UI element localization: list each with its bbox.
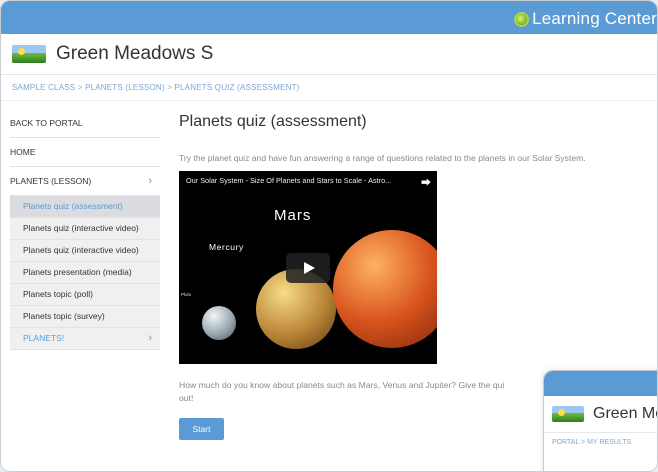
lesson-submenu: Planets quiz (assessment) Planets quiz (… xyxy=(10,196,160,350)
mars-label: Mars xyxy=(274,207,312,224)
play-icon[interactable] xyxy=(286,253,330,283)
sidebar: BACK TO PORTAL HOME PLANETS (LESSON) › P… xyxy=(10,109,160,350)
intro-text: Try the planet quiz and have fun answeri… xyxy=(179,153,586,163)
sidebar-item-planets-poll[interactable]: Planets topic (poll) xyxy=(10,284,160,306)
results-popup-window[interactable]: Green Me PORTAL > MY RESULTS xyxy=(543,370,658,471)
description-line-2: out! xyxy=(179,393,194,403)
popup-top-bar xyxy=(544,371,657,396)
pluto-label: Pluto xyxy=(181,292,192,297)
planets-lesson-link[interactable]: PLANETS (LESSON) › xyxy=(10,167,160,196)
breadcrumb: SAMPLE CLASS > PLANETS (LESSON) > PLANET… xyxy=(1,75,657,101)
breadcrumb-separator: > xyxy=(77,83,83,92)
start-button[interactable]: Start xyxy=(179,418,224,440)
popup-breadcrumb[interactable]: PORTAL > MY RESULTS xyxy=(544,433,657,453)
mercury-label: Mercury xyxy=(209,242,244,252)
breadcrumb-separator: > xyxy=(167,83,173,92)
meadow-logo xyxy=(12,45,46,63)
pluto-planet xyxy=(202,306,236,340)
popup-school-header: Green Me xyxy=(544,396,658,433)
sidebar-item-planets-label: PLANETS! xyxy=(23,333,65,343)
home-link[interactable]: HOME xyxy=(10,138,160,167)
breadcrumb-item-quiz[interactable]: PLANETS QUIZ (ASSESSMENT) xyxy=(175,83,300,92)
sidebar-item-planets-survey[interactable]: Planets topic (survey) xyxy=(10,306,160,328)
description-line-1: How much do you know about planets such … xyxy=(179,380,505,390)
meadow-logo xyxy=(552,406,584,422)
chevron-right-icon: › xyxy=(148,332,152,344)
page-title: Planets quiz (assessment) xyxy=(179,113,367,130)
breadcrumb-item-class[interactable]: SAMPLE CLASS xyxy=(12,83,75,92)
sidebar-item-planets[interactable]: PLANETS! › xyxy=(10,328,160,350)
popup-school-name: Green Me xyxy=(593,405,658,422)
sidebar-item-planets-quiz-video-1[interactable]: Planets quiz (interactive video) xyxy=(10,218,160,240)
video-player[interactable]: Our Solar System - Size Of Planets and S… xyxy=(179,171,437,364)
flower-icon xyxy=(516,13,528,25)
chevron-right-icon: › xyxy=(148,175,152,187)
breadcrumb-item-lesson[interactable]: PLANETS (LESSON) xyxy=(85,83,165,92)
share-icon[interactable]: ⮕ xyxy=(421,174,431,189)
brand-label: Learning Center xyxy=(532,9,657,28)
sidebar-item-planets-presentation[interactable]: Planets presentation (media) xyxy=(10,262,160,284)
school-name: Green Meadows S xyxy=(56,43,214,64)
sidebar-item-planets-quiz-assessment[interactable]: Planets quiz (assessment) xyxy=(10,196,160,218)
planets-lesson-label: PLANETS (LESSON) xyxy=(10,176,92,186)
top-bar: Learning Center xyxy=(1,1,657,34)
main-window: Learning Center Green Meadows S SAMPLE C… xyxy=(0,0,658,472)
video-title[interactable]: Our Solar System - Size Of Planets and S… xyxy=(186,176,391,185)
school-header: Green Meadows S xyxy=(1,34,657,75)
mars-planet xyxy=(333,230,437,348)
back-to-portal-link[interactable]: BACK TO PORTAL xyxy=(10,109,160,138)
learning-center-brand[interactable]: Learning Center xyxy=(516,9,657,29)
sidebar-item-planets-quiz-video-2[interactable]: Planets quiz (interactive video) xyxy=(10,240,160,262)
